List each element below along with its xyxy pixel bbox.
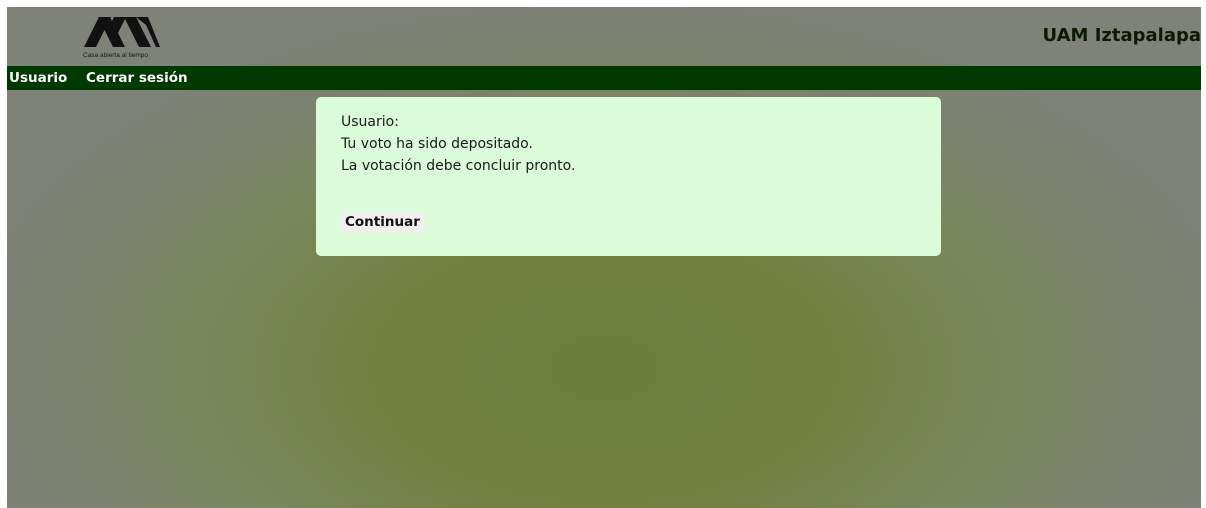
navbar: Usuario Cerrar sesión xyxy=(7,66,1201,90)
message-vote-deposited: Tu voto ha sido depositado. xyxy=(341,136,533,152)
header: Casa abierta al tiempo UAM Iztapalapa xyxy=(7,7,1201,65)
uam-logo-icon xyxy=(84,17,160,47)
site-title: UAM Iztapalapa xyxy=(1042,25,1201,46)
continue-button[interactable]: Continuar xyxy=(340,212,425,233)
message-user-label: Usuario: xyxy=(341,114,399,130)
page-frame: Casa abierta al tiempo UAM Iztapalapa Us… xyxy=(7,7,1201,508)
nav-logout-link[interactable]: Cerrar sesión xyxy=(86,70,188,86)
nav-user-link[interactable]: Usuario xyxy=(9,70,67,86)
message-voting-ends: La votación debe concluir pronto. xyxy=(341,158,576,174)
uam-logo: Casa abierta al tiempo xyxy=(82,15,172,61)
vote-confirmation-card: Usuario: Tu voto ha sido depositado. La … xyxy=(316,97,941,256)
logo-tagline: Casa abierta al tiempo xyxy=(83,52,149,59)
